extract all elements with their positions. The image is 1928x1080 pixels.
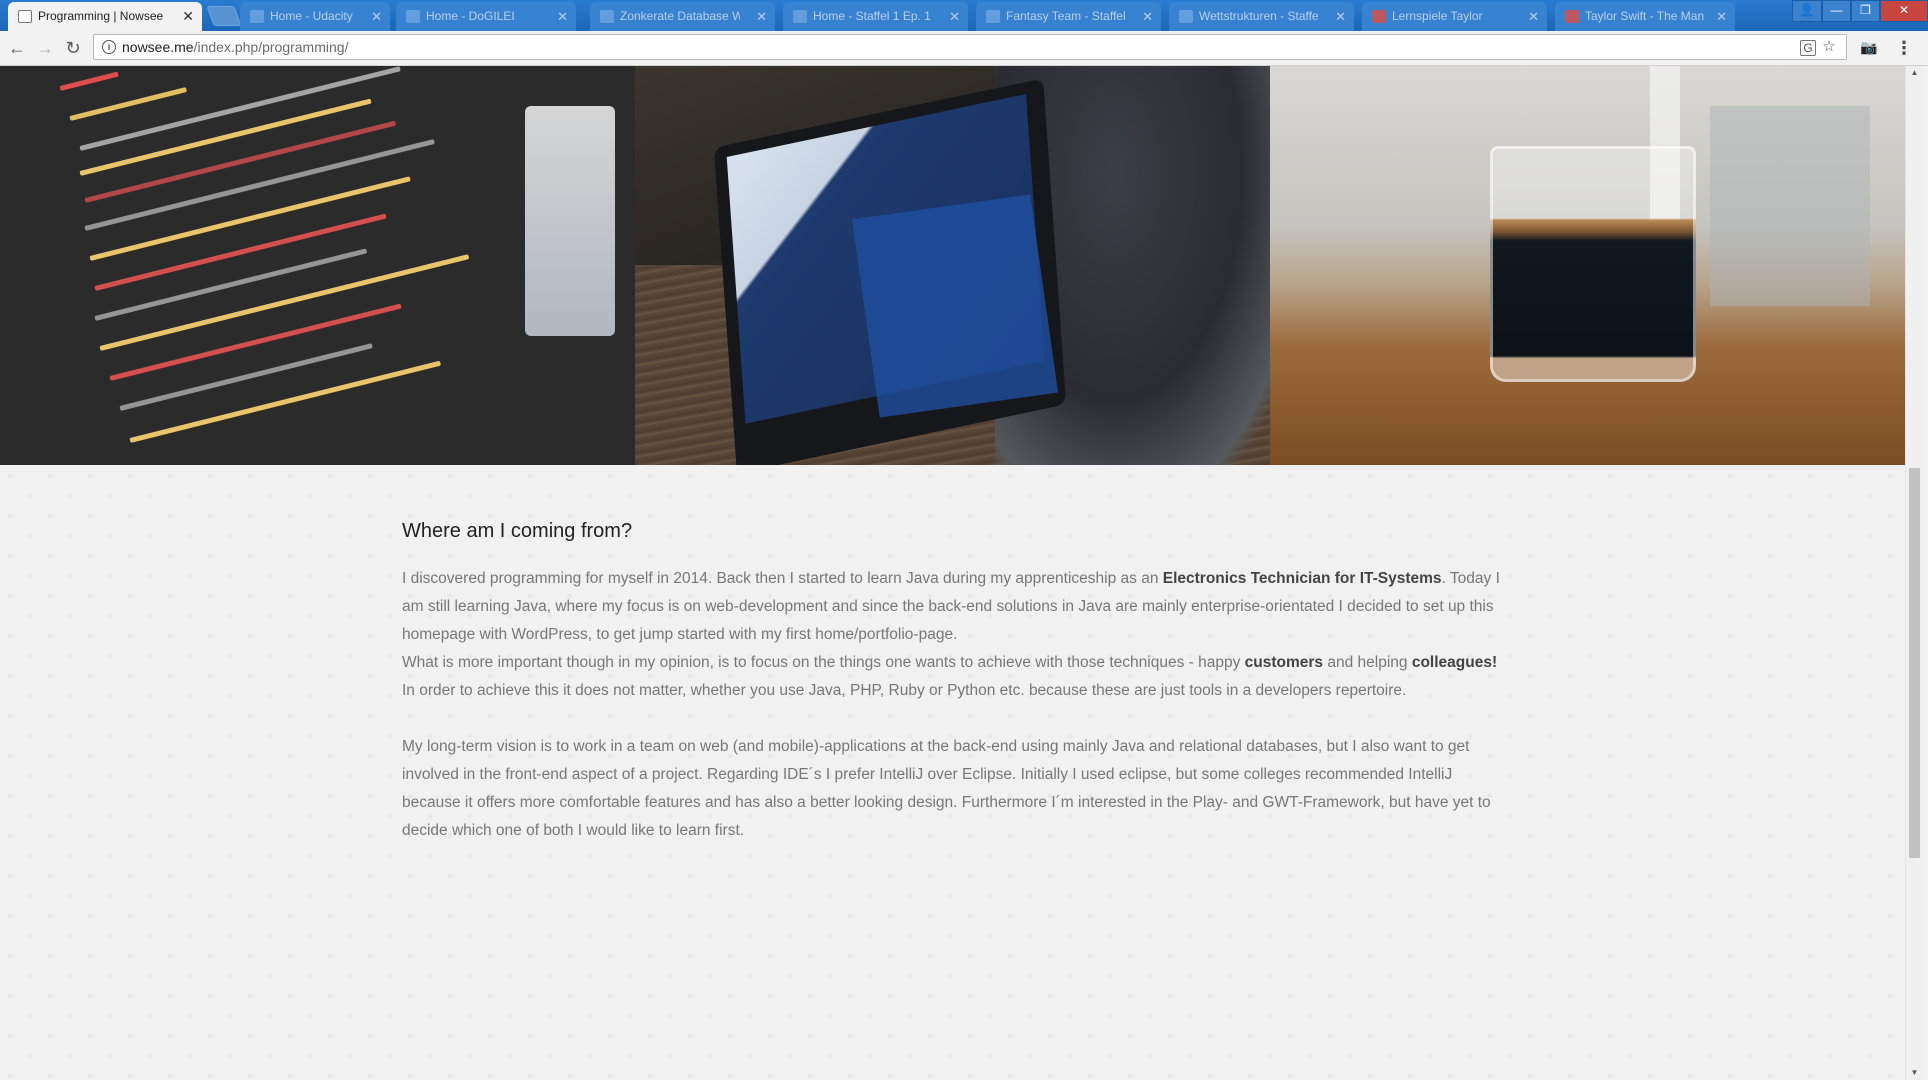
- tab-background[interactable]: Fantasy Team - Staffel 1 ✕: [976, 2, 1161, 31]
- tab-close-icon[interactable]: ✕: [949, 2, 960, 31]
- browser-toolbar: ← → ↻ i nowsee.me/index.php/programming/…: [0, 31, 1928, 66]
- vertical-scrollbar[interactable]: ▲ ▼: [1905, 66, 1923, 1080]
- window-controls: 👤 — ❐ ✕: [1792, 0, 1928, 22]
- tab-title: Fantasy Team - Staffel 1: [1006, 9, 1126, 23]
- article-content: Where am I coming from? I discovered pro…: [402, 520, 1502, 873]
- scrollbar-thumb[interactable]: [1909, 468, 1920, 858]
- tab-title: Taylor Swift - The Man: [1585, 9, 1705, 23]
- tab-favicon-icon: [1372, 10, 1386, 23]
- section-heading: Where am I coming from?: [402, 520, 633, 542]
- tab-background[interactable]: Home - Udacity ✕: [240, 2, 390, 31]
- text-run: I discovered programming for myself in 2…: [402, 570, 1163, 587]
- hero-image-strip: [0, 66, 1905, 465]
- laptop-image: [635, 66, 1270, 465]
- espresso-glass: [1490, 146, 1696, 382]
- tab-background[interactable]: Home - Staffel 1 Ep. 1 ✕: [783, 2, 968, 31]
- tab-favicon-icon: [406, 10, 420, 23]
- minimize-button[interactable]: —: [1822, 0, 1851, 22]
- tab-close-icon[interactable]: ✕: [1716, 2, 1727, 31]
- tab-close-icon[interactable]: ✕: [756, 2, 767, 31]
- translate-icon[interactable]: G: [1800, 40, 1816, 56]
- tab-background[interactable]: Lernspiele Taylor ✕: [1362, 2, 1547, 31]
- tab-title: Home - Udacity: [270, 9, 353, 23]
- tab-favicon-icon: [600, 10, 614, 23]
- url-text[interactable]: nowsee.me/index.php/programming/: [122, 35, 348, 59]
- address-bar[interactable]: i nowsee.me/index.php/programming/ G ☆: [93, 34, 1847, 60]
- paragraph-vision: My long-term vision is to work in a team…: [402, 738, 1491, 839]
- profile-icon[interactable]: 👤: [1792, 0, 1822, 22]
- tab-title: Lernspiele Taylor: [1392, 9, 1483, 23]
- url-path: /index.php/programming/: [193, 39, 349, 55]
- tab-title: Home - Staffel 1 Ep. 1: [813, 9, 931, 23]
- tab-favicon-icon: [986, 10, 1000, 23]
- tab-strip: Programming | Nowsee ✕ Home - Udacity ✕ …: [0, 0, 1928, 31]
- screen-glow: [851, 194, 1059, 418]
- tab-background[interactable]: Home - DoGILEI ✕: [396, 2, 576, 31]
- monitor-edge: [525, 106, 615, 336]
- tab-close-icon[interactable]: ✕: [557, 2, 568, 31]
- tab-close-icon[interactable]: ✕: [1142, 2, 1153, 31]
- back-arrow-icon[interactable]: ←: [6, 37, 28, 59]
- background-blur: [1710, 106, 1870, 306]
- text-run: In order to achieve this it does not mat…: [402, 682, 1407, 699]
- url-host: nowsee.me: [122, 39, 194, 55]
- tab-background[interactable]: Wettstrukturen - Staffel 1 ✕: [1169, 2, 1354, 31]
- tab-close-icon[interactable]: ✕: [1335, 2, 1346, 31]
- restore-button[interactable]: ❐: [1851, 0, 1880, 22]
- tab-title: Zonkerate Database Wave: [620, 9, 740, 23]
- scroll-down-arrow-icon[interactable]: ▼: [1906, 1066, 1923, 1080]
- reload-icon[interactable]: ↻: [62, 37, 84, 59]
- tab-favicon-icon: [793, 10, 807, 23]
- bold-phrase: Electronics Technician for IT-Systems: [1162, 570, 1442, 587]
- tab-close-icon[interactable]: ✕: [371, 2, 382, 31]
- text-run: What is more important though in my opin…: [402, 654, 1245, 671]
- camera-icon[interactable]: 📷: [1860, 38, 1878, 56]
- tab-favicon-icon: [1179, 10, 1193, 23]
- new-tab-button[interactable]: [206, 6, 242, 26]
- tab-background[interactable]: Taylor Swift - The Man ✕: [1555, 2, 1735, 31]
- text-run: and helping: [1323, 654, 1412, 671]
- bold-phrase: customers: [1244, 654, 1324, 671]
- code-editor-image: [0, 66, 635, 465]
- tab-close-icon[interactable]: ✕: [1528, 2, 1539, 31]
- coffee-glass-image: [1270, 66, 1905, 465]
- tab-close-icon[interactable]: ✕: [182, 2, 194, 31]
- tab-favicon-icon: [1565, 10, 1579, 23]
- tab-title: Programming | Nowsee: [38, 9, 164, 23]
- bold-phrase: colleagues!: [1411, 654, 1498, 671]
- browser-menu-icon[interactable]: ⋮: [1895, 37, 1913, 59]
- forward-arrow-icon[interactable]: →: [34, 37, 56, 59]
- tab-title: Home - DoGILEI: [426, 9, 515, 23]
- tab-favicon-icon: [250, 10, 264, 23]
- scroll-up-arrow-icon[interactable]: ▲: [1906, 66, 1923, 80]
- bookmark-star-icon[interactable]: ☆: [1820, 38, 1838, 56]
- tab-programming-nowsee[interactable]: Programming | Nowsee ✕: [8, 2, 202, 31]
- tab-background[interactable]: Zonkerate Database Wave ✕: [590, 2, 775, 31]
- site-info-icon[interactable]: i: [102, 40, 116, 54]
- close-window-button[interactable]: ✕: [1880, 0, 1928, 22]
- paragraph-intro: I discovered programming for myself in 2…: [402, 565, 1502, 705]
- page-favicon-icon: [18, 10, 32, 23]
- tab-title: Wettstrukturen - Staffel 1: [1199, 9, 1319, 23]
